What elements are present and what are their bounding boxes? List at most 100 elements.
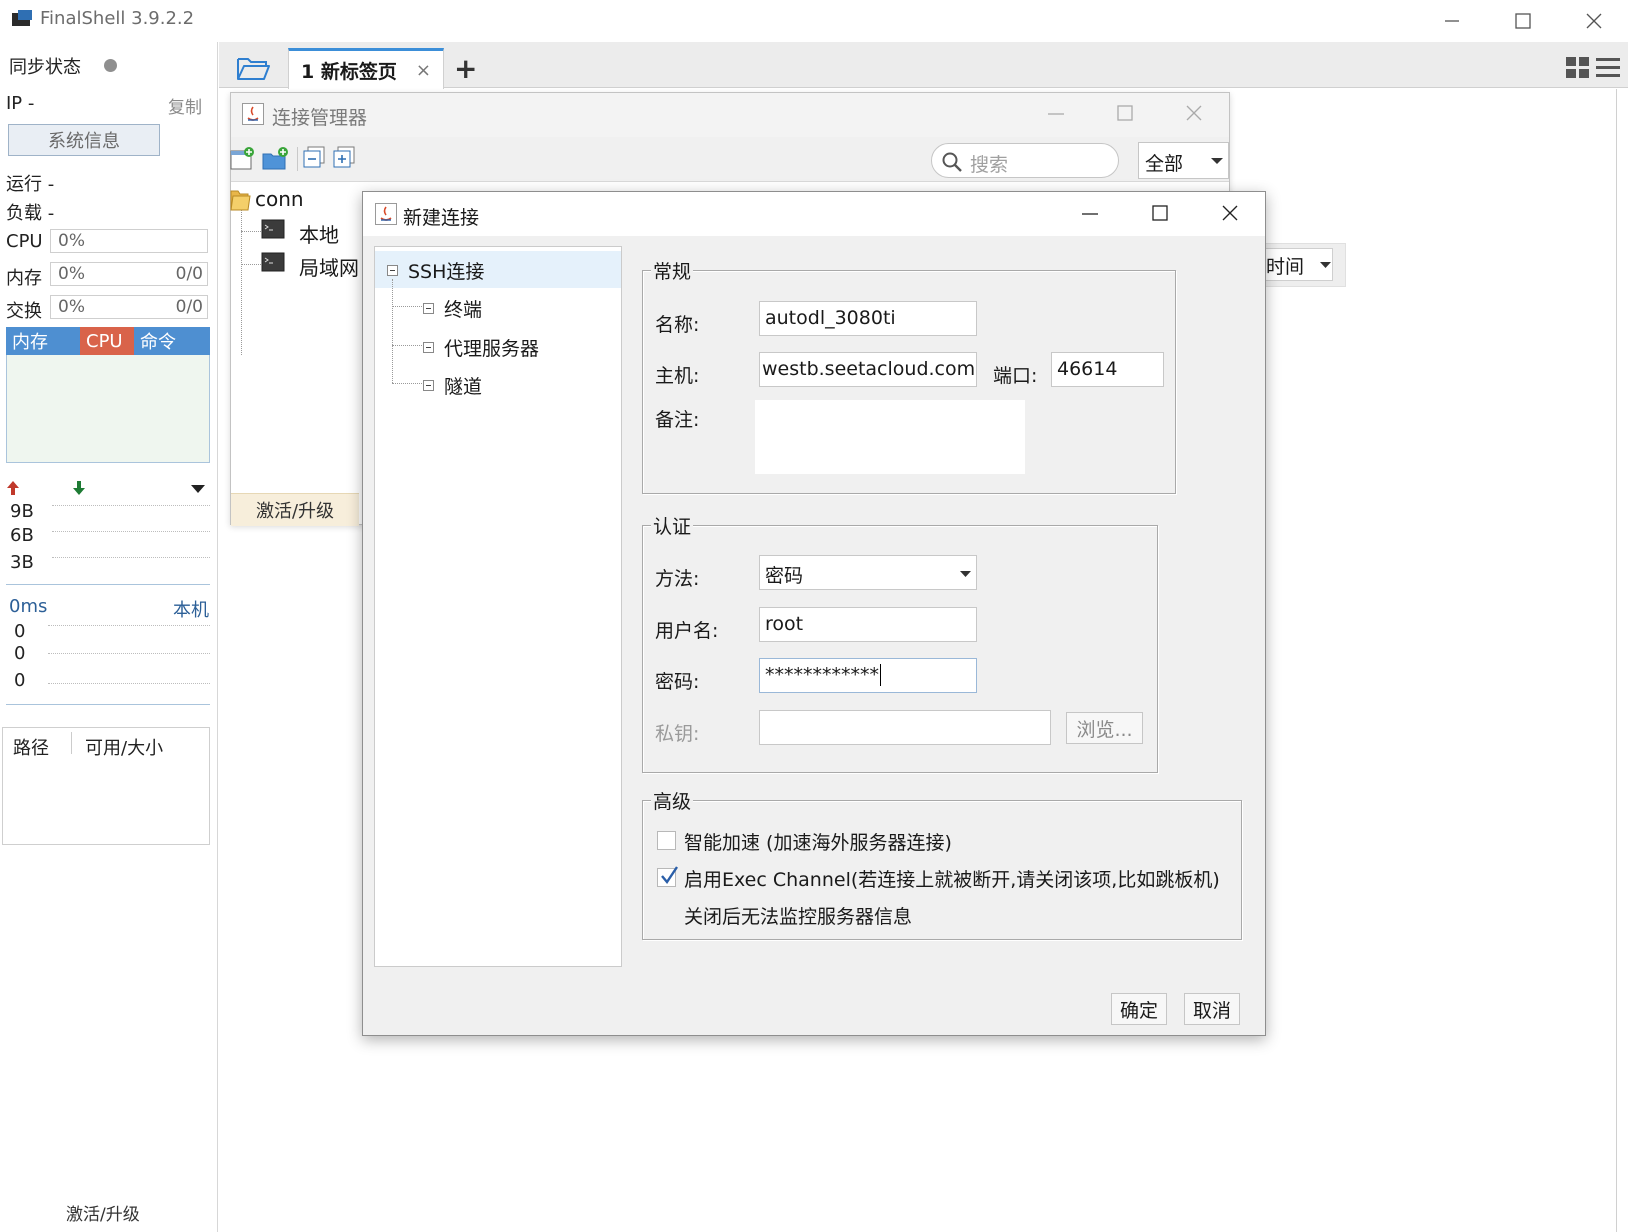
cancel-button[interactable]: 取消 [1184, 993, 1240, 1025]
password-label: 密码: [655, 671, 700, 693]
column-header-path[interactable]: 路径 [13, 734, 49, 760]
tree-item-proxy[interactable]: 代理服务器 [423, 334, 539, 361]
tree-item-local[interactable]: 本地 [299, 219, 339, 248]
new-folder-icon[interactable] [261, 146, 289, 172]
menu-icon[interactable] [1596, 57, 1620, 79]
tree-guide [392, 279, 393, 383]
tab-close-icon[interactable]: × [416, 60, 431, 81]
column-header-size[interactable]: 可用/大小 [85, 734, 163, 760]
system-info-button[interactable]: 系统信息 [8, 124, 160, 156]
new-connection-dialog: 新建连接 SSH连接 终端 代理服务器 隧道 常规 名称: autodl_308… [362, 191, 1266, 1036]
host-label: 主机: [655, 365, 700, 387]
sidebar-activate-link[interactable]: 激活/升级 [66, 1200, 140, 1225]
search-icon [942, 152, 962, 172]
method-select-value: 密码 [765, 565, 804, 587]
disk-usage-table: 路径 可用/大小 [2, 727, 210, 845]
time-sort-label: 时间 [1266, 256, 1305, 278]
tab-memory[interactable]: 内存 [6, 327, 80, 355]
connection-manager-titlebar: 连接管理器 [231, 93, 1229, 137]
collapse-all-icon[interactable] [303, 146, 327, 170]
ok-button[interactable]: 确定 [1111, 993, 1167, 1025]
time-sort-select[interactable]: 时间 [1265, 248, 1333, 281]
tree-item-tunnel-label: 隧道 [444, 376, 483, 398]
tree-root-conn[interactable]: conn [255, 187, 304, 211]
port-input[interactable]: 46614 [1051, 352, 1164, 387]
tree-guide [392, 306, 422, 307]
tree-guide [241, 205, 242, 355]
expand-all-icon[interactable] [333, 146, 357, 170]
auth-legend: 认证 [651, 512, 694, 539]
tree-item-lan[interactable]: 局域网 [299, 252, 359, 281]
tree-item-ssh[interactable]: SSH连接 [387, 257, 484, 284]
minimize-button[interactable] [1420, 0, 1484, 42]
search-input[interactable]: 搜索 [931, 143, 1119, 178]
tree-item-tunnel[interactable]: 隧道 [423, 372, 482, 399]
collapse-icon[interactable] [387, 265, 398, 276]
maximize-icon[interactable] [1152, 205, 1168, 221]
private-key-label: 私钥: [655, 723, 700, 745]
open-folder-icon[interactable] [236, 55, 270, 81]
ping-tick: 0 [14, 621, 26, 642]
dialog-titlebar: 新建连接 [363, 192, 1265, 236]
terminal-icon [261, 219, 285, 239]
checkmark-icon [661, 866, 678, 885]
new-connection-icon[interactable] [229, 146, 255, 172]
port-label: 端口: [993, 365, 1038, 387]
minimize-icon[interactable] [1048, 113, 1064, 115]
close-button[interactable] [1562, 0, 1626, 42]
tab-command[interactable]: 命令 [134, 327, 210, 355]
tab-new-tab[interactable]: 1 新标签页 × [288, 48, 444, 89]
gridline [48, 625, 210, 626]
chevron-down-icon [1320, 262, 1331, 268]
gridline [48, 683, 210, 684]
host-input[interactable]: westb.seetacloud.com [759, 352, 977, 387]
grid-view-icon[interactable] [1566, 57, 1590, 79]
tree-guide [392, 383, 422, 384]
password-input[interactable]: ************ [759, 658, 977, 693]
smart-accel-checkbox[interactable] [657, 831, 676, 850]
collapse-icon[interactable] [423, 303, 434, 314]
gridline [52, 531, 210, 532]
general-legend: 常规 [651, 257, 694, 284]
maximize-icon[interactable] [1117, 105, 1133, 121]
maximize-button[interactable] [1491, 0, 1555, 42]
divider [6, 704, 210, 705]
filter-select[interactable]: 全部 [1138, 142, 1229, 179]
process-list-panel [6, 355, 210, 463]
dialog-title: 新建连接 [403, 207, 480, 229]
chevron-down-icon [960, 571, 971, 577]
method-label: 方法: [655, 568, 700, 590]
add-tab-icon[interactable]: + [454, 52, 477, 85]
close-icon[interactable] [1186, 105, 1202, 121]
text-caret [880, 664, 881, 686]
ping-host-select[interactable]: 本机 [173, 596, 209, 622]
minimize-icon[interactable] [1082, 213, 1098, 215]
copy-ip-link[interactable]: 复制 [168, 93, 202, 118]
exec-channel-checkbox[interactable] [657, 866, 678, 887]
upload-arrow-icon [7, 481, 19, 495]
private-key-input[interactable] [759, 710, 1051, 745]
close-icon[interactable] [1222, 205, 1238, 221]
username-input[interactable]: root [759, 607, 977, 642]
tree-item-terminal[interactable]: 终端 [423, 295, 482, 322]
memory-meter-value: 0% [58, 264, 85, 284]
auth-section: 认证 方法: 密码 用户名: root 密码: ************ 私钥:… [642, 512, 1158, 773]
advanced-legend: 高级 [651, 787, 694, 814]
uptime-label: 运行 - [6, 174, 55, 195]
network-dropdown-icon[interactable] [190, 484, 206, 494]
name-input[interactable]: autodl_3080ti [759, 301, 977, 336]
collapse-icon[interactable] [423, 342, 434, 353]
memory-label: 内存 [6, 268, 42, 289]
browse-button[interactable]: 浏览... [1066, 712, 1143, 744]
swap-meter-value: 0% [58, 297, 85, 317]
collapse-icon[interactable] [423, 380, 434, 391]
connection-manager-activate-button[interactable]: 激活/升级 [231, 493, 359, 526]
minimize-icon [1445, 20, 1459, 22]
connection-manager-toolbar: 搜索 全部 [229, 137, 1229, 182]
general-section: 常规 名称: autodl_3080ti 主机: westb.seetaclou… [642, 257, 1176, 494]
name-label: 名称: [655, 314, 700, 336]
tab-cpu[interactable]: CPU [80, 327, 134, 355]
method-select[interactable]: 密码 [759, 555, 977, 590]
note-textarea[interactable] [755, 400, 1025, 474]
search-placeholder: 搜索 [970, 154, 1009, 176]
